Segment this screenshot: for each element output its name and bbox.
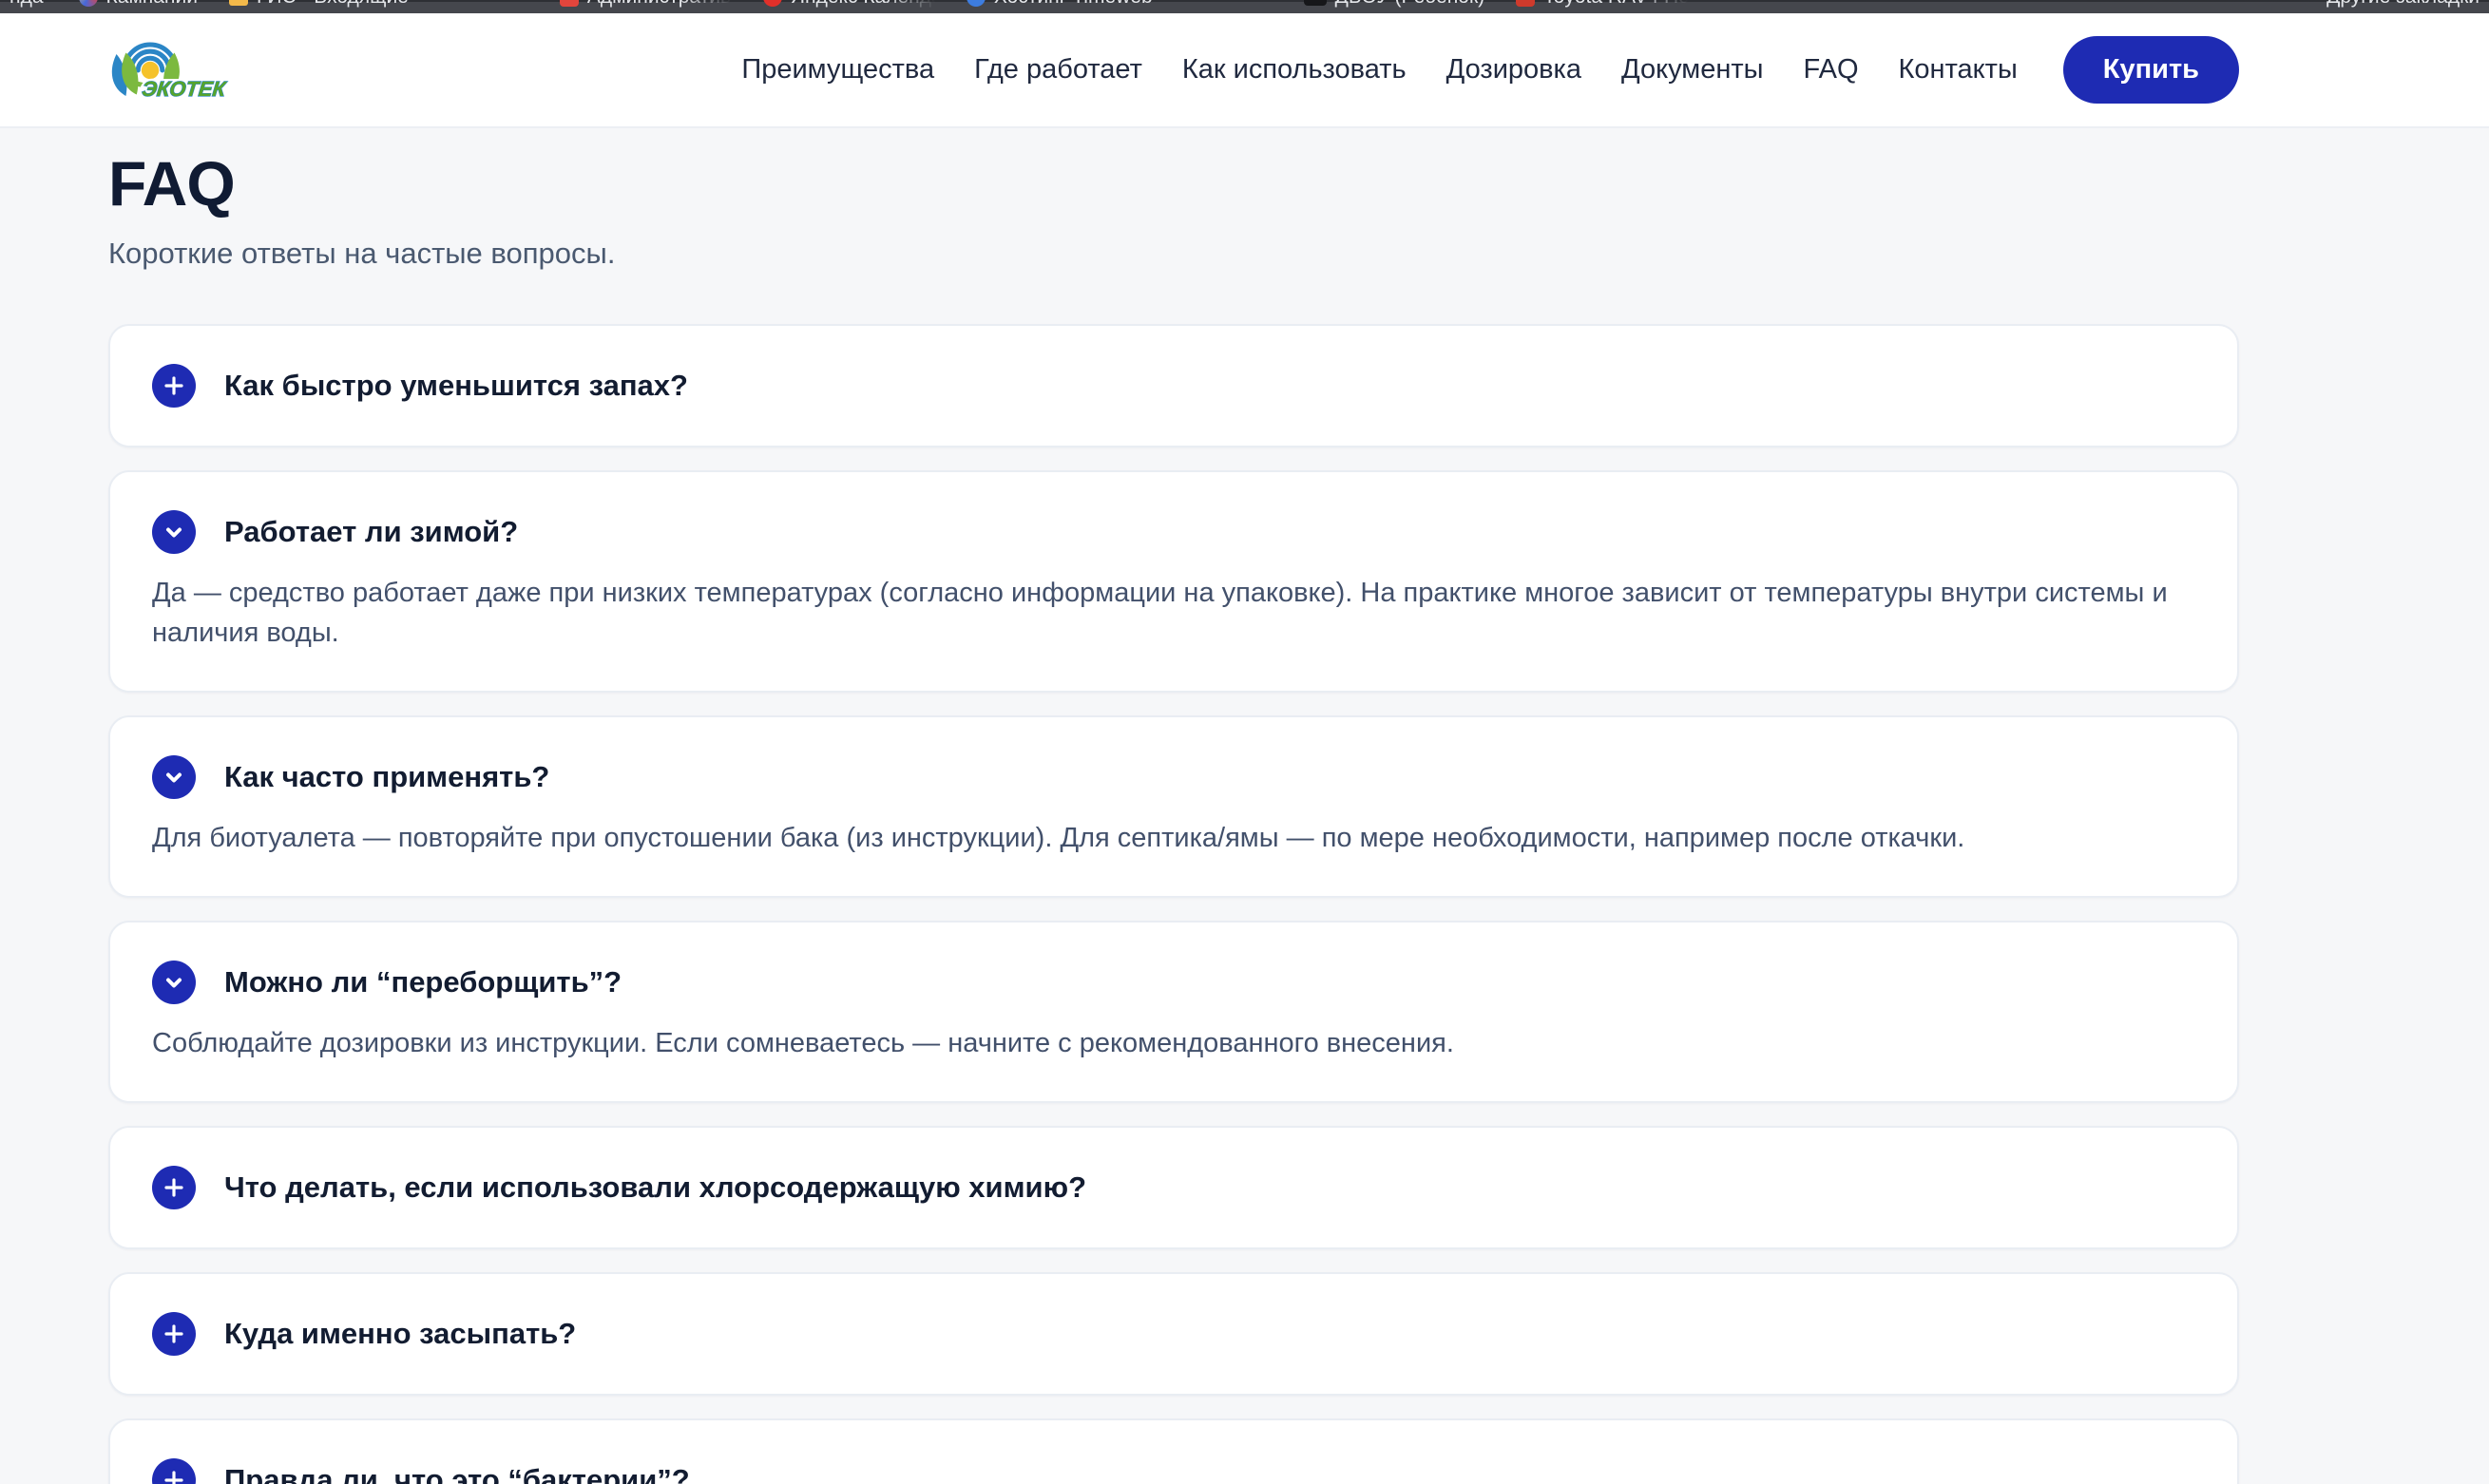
faq-answer: Для биотуалета — повторяйте при опустоше… bbox=[152, 818, 2195, 858]
bookmark-item[interactable]: Кампании bbox=[79, 0, 198, 9]
faq-answer: Соблюдайте дозировки из инструкции. Если… bbox=[152, 1023, 2195, 1063]
plus-icon bbox=[163, 1322, 185, 1345]
timeweb-icon bbox=[967, 0, 986, 7]
bookmark-label: Toyota RAV4 Нов bbox=[1543, 0, 1688, 9]
faq-toggle-button[interactable] bbox=[152, 1312, 196, 1356]
faq-question-row[interactable]: Как быстро уменьшится запах? bbox=[152, 364, 2195, 408]
dark-square-icon bbox=[1304, 0, 1327, 6]
ecotek-logo[interactable]: ЭКОТЕК ЭКОТЕК bbox=[108, 34, 243, 106]
faq-toggle-button[interactable] bbox=[152, 961, 196, 1004]
nav-link-3[interactable]: Как использовать bbox=[1182, 54, 1407, 86]
nav-link-2[interactable]: Где работает bbox=[974, 54, 1142, 86]
faq-question: Можно ли “переборщить”? bbox=[224, 965, 622, 999]
chevron-down-icon bbox=[163, 521, 185, 543]
main-nav: Преимущества Где работает Как использова… bbox=[741, 54, 2017, 86]
faq-question: Работает ли зимой? bbox=[224, 515, 518, 549]
bookmark-label: ДБОУ (Ребёнок) bbox=[1335, 0, 1485, 9]
bookmark-item[interactable]: ДБОУ (Ребёнок) bbox=[1304, 0, 1485, 9]
faq-toggle-button[interactable] bbox=[152, 1166, 196, 1209]
faq-item: Правда ли, что это “бактерии”? bbox=[108, 1418, 2239, 1484]
page-title: FAQ bbox=[108, 147, 2239, 219]
faq-toggle-button[interactable] bbox=[152, 510, 196, 554]
red-bookmark-icon bbox=[560, 0, 579, 7]
nav-link-5[interactable]: Документы bbox=[1621, 54, 1764, 86]
chevron-down-icon bbox=[163, 766, 185, 789]
bookmark-item[interactable]: Административн bbox=[560, 0, 732, 9]
clipped-bookmark-label[interactable]: нда bbox=[10, 0, 44, 9]
bookmark-label: Яндекс Календар bbox=[791, 0, 935, 9]
svg-text:ЭКОТЕК: ЭКОТЕК bbox=[141, 77, 228, 101]
faq-item: Работает ли зимой? Да — средство работае… bbox=[108, 470, 2239, 693]
plus-icon bbox=[163, 1469, 185, 1484]
plus-icon bbox=[163, 374, 185, 397]
bookmark-label: ГИС - Входящие bbox=[257, 0, 409, 9]
bookmark-label: Хостинг Timeweb bbox=[994, 0, 1153, 9]
faq-question: Как часто применять? bbox=[224, 760, 549, 794]
bookmark-label: Кампании bbox=[106, 0, 198, 9]
faq-question: Что делать, если использовали хлорсодерж… bbox=[224, 1170, 1086, 1205]
red-square-icon bbox=[1516, 0, 1535, 7]
bookmark-item[interactable]: Toyota RAV4 Нов bbox=[1516, 0, 1688, 9]
faq-list: Как быстро уменьшится запах? Работает ли… bbox=[108, 324, 2239, 1484]
other-bookmarks-button[interactable]: Другие закладки bbox=[2326, 0, 2479, 9]
red-circle-icon bbox=[763, 0, 782, 7]
bookmark-label: Административн bbox=[587, 0, 732, 9]
faq-item: Что делать, если использовали хлорсодерж… bbox=[108, 1126, 2239, 1249]
faq-question-row[interactable]: Правда ли, что это “бактерии”? bbox=[152, 1458, 2195, 1484]
nav-link-1[interactable]: Преимущества bbox=[741, 54, 934, 86]
plus-icon bbox=[163, 1176, 185, 1199]
faq-item: Можно ли “переборщить”? Соблюдайте дозир… bbox=[108, 921, 2239, 1103]
page-subtitle: Короткие ответы на частые вопросы. bbox=[108, 237, 2239, 271]
faq-item: Как быстро уменьшится запах? bbox=[108, 324, 2239, 447]
faq-question-row[interactable]: Что делать, если использовали хлорсодерж… bbox=[152, 1166, 2195, 1209]
browser-bookmarks-bar: нда Кампании ГИС - Входящие Администрати… bbox=[0, 0, 2489, 13]
site-header: ЭКОТЕК ЭКОТЕК Преимущества Где работает … bbox=[0, 13, 2489, 128]
logo-wordmark: ЭКОТЕК ЭКОТЕК bbox=[141, 77, 228, 101]
faq-toggle-button[interactable] bbox=[152, 755, 196, 799]
bookmark-item[interactable]: Хостинг Timeweb bbox=[967, 0, 1153, 9]
faq-item: Как часто применять? Для биотуалета — по… bbox=[108, 715, 2239, 898]
header-inner: ЭКОТЕК ЭКОТЕК Преимущества Где работает … bbox=[108, 34, 2239, 106]
faq-item: Куда именно засыпать? bbox=[108, 1272, 2239, 1396]
faq-toggle-button[interactable] bbox=[152, 364, 196, 408]
faq-question-row[interactable]: Работает ли зимой? bbox=[152, 510, 2195, 554]
chevron-down-icon bbox=[163, 971, 185, 994]
nav-link-7[interactable]: Контакты bbox=[1899, 54, 2018, 86]
faq-question-row[interactable]: Можно ли “переборщить”? bbox=[152, 961, 2195, 1004]
faq-question-row[interactable]: Как часто применять? bbox=[152, 755, 2195, 799]
faq-question: Куда именно засыпать? bbox=[224, 1317, 576, 1351]
bookmark-item[interactable]: ГИС - Входящие bbox=[229, 0, 409, 9]
faq-answer: Да — средство работает даже при низких т… bbox=[152, 573, 2195, 653]
faq-section: FAQ Короткие ответы на частые вопросы. К… bbox=[108, 147, 2239, 1484]
nav-link-6[interactable]: FAQ bbox=[1804, 54, 1859, 86]
buy-button[interactable]: Купить bbox=[2063, 36, 2239, 104]
nav-link-4[interactable]: Дозировка bbox=[1446, 54, 1581, 86]
bookmark-item[interactable]: Яндекс Календар bbox=[763, 0, 935, 9]
faq-question-row[interactable]: Куда именно засыпать? bbox=[152, 1312, 2195, 1356]
faq-question: Правда ли, что это “бактерии”? bbox=[224, 1463, 690, 1484]
faq-toggle-button[interactable] bbox=[152, 1458, 196, 1484]
other-bookmarks-label: Другие закладки bbox=[2326, 0, 2479, 8]
faq-question: Как быстро уменьшится запах? bbox=[224, 369, 688, 403]
swirl-icon bbox=[79, 0, 98, 7]
folder-icon bbox=[229, 0, 248, 6]
